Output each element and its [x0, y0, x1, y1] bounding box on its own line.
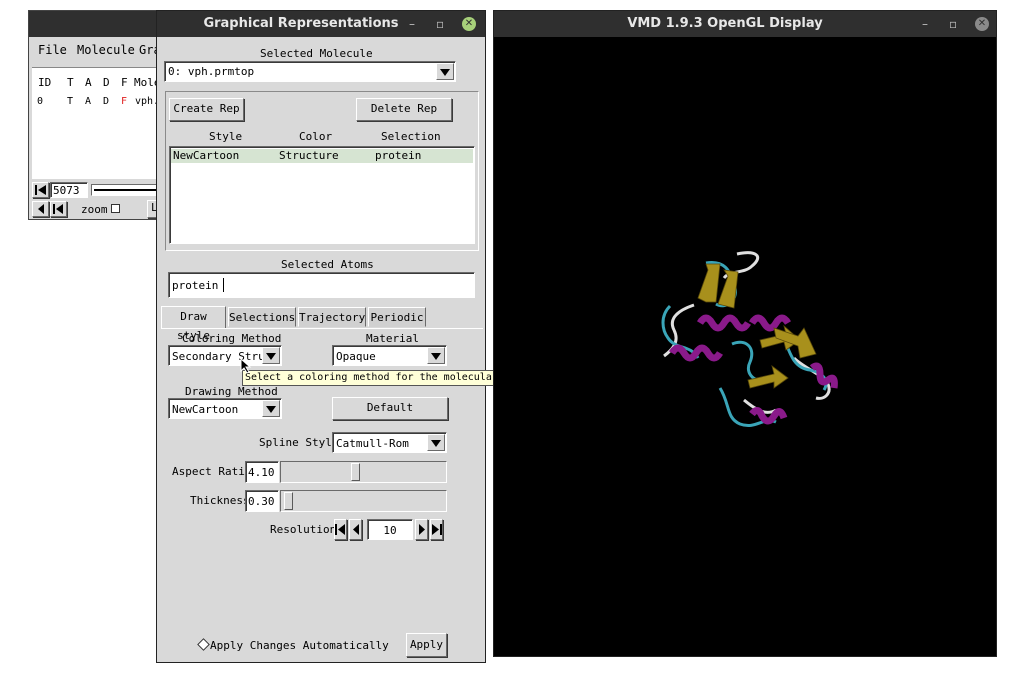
aspect-ratio-label: Aspect Ratio	[172, 465, 252, 478]
chevron-down-icon[interactable]	[436, 63, 454, 80]
graphrep-title: Graphical Representations	[203, 16, 399, 31]
mol-row-id[interactable]: 0	[37, 96, 43, 107]
resolution-up-button[interactable]	[415, 519, 428, 540]
aspect-ratio-input[interactable]: 4.10	[245, 461, 279, 483]
rep-header-selection: Selection	[381, 130, 441, 143]
step-back-button[interactable]	[32, 201, 49, 217]
tab-trajectory[interactable]: Trajectory	[298, 307, 366, 327]
mol-row-f[interactable]: F	[121, 96, 127, 107]
close-icon[interactable]: ✕	[975, 17, 989, 31]
rep-row-selection: protein	[375, 149, 422, 162]
text-cursor	[223, 278, 224, 292]
zoom-label: zoom	[81, 203, 108, 216]
drawing-method-dropdown[interactable]: NewCartoon	[168, 398, 282, 419]
resolution-down-button[interactable]	[349, 519, 362, 540]
default-button[interactable]: Default	[332, 397, 448, 420]
apply-auto-checkbox-icon[interactable]	[197, 638, 210, 651]
resolution-input[interactable]: 10	[367, 519, 413, 540]
col-d: D	[103, 76, 110, 89]
tab-selections[interactable]: Selections	[228, 307, 296, 327]
resolution-max-button[interactable]	[430, 519, 443, 540]
rep-row-selected[interactable]: NewCartoon Structure protein	[171, 149, 473, 163]
rep-panel: Create Rep Delete Rep Style Color Select…	[165, 91, 479, 251]
maximize-icon[interactable]: ▫	[436, 11, 444, 37]
create-rep-button[interactable]: Create Rep	[169, 98, 244, 121]
coloring-method-label: Coloring Method	[182, 332, 282, 345]
vmd-main-window: File Molecule Gra ID T A D F Mole 0 T A …	[28, 10, 171, 220]
drawing-method-label: Drawing Method	[185, 385, 278, 398]
minimize-icon[interactable]: –	[922, 11, 928, 37]
thickness-input[interactable]: 0.30	[245, 490, 279, 512]
first-frame-button[interactable]	[32, 182, 49, 198]
aspect-ratio-slider[interactable]	[280, 461, 447, 483]
menu-molecule[interactable]: Molecule	[77, 43, 135, 57]
chevron-down-icon[interactable]	[427, 434, 445, 451]
coloring-method-dropdown[interactable]: Secondary Struct	[168, 345, 282, 366]
spline-style-dropdown[interactable]: Catmull-Rom	[332, 432, 447, 453]
frame-input[interactable]: 5073	[50, 182, 88, 198]
mouse-pointer-icon	[240, 358, 252, 374]
zoom-checkbox[interactable]	[111, 204, 120, 213]
graphical-representations-window: Graphical Representations – ▫ ✕ Selected…	[156, 10, 486, 663]
molecule-list: ID T A D F Mole 0 T A D F vph.	[32, 67, 169, 179]
thickness-label: Thickness	[190, 494, 250, 507]
delete-rep-button[interactable]: Delete Rep	[356, 98, 452, 121]
maximize-icon[interactable]: ▫	[949, 11, 957, 37]
tab-periodic[interactable]: Periodic	[368, 307, 426, 327]
menu-file[interactable]: File	[38, 43, 67, 57]
thickness-slider-handle[interactable]	[284, 492, 293, 510]
opengl-display-window: VMD 1.9.3 OpenGL Display – ▫ ✕	[493, 10, 997, 657]
protein-cartoon-render[interactable]	[494, 38, 998, 658]
selected-molecule-dropdown[interactable]: 0: vph.prmtop	[164, 61, 456, 82]
apply-button[interactable]: Apply	[406, 633, 447, 657]
rep-list[interactable]: NewCartoon Structure protein	[169, 146, 475, 244]
col-id: ID	[38, 76, 52, 89]
tab-bar: Draw style Selections Trajectory Periodi…	[161, 306, 483, 342]
resolution-min-button[interactable]	[334, 519, 347, 540]
main-titlebar	[29, 11, 167, 37]
close-icon[interactable]: ✕	[462, 17, 476, 31]
selected-atoms-input[interactable]: protein	[168, 272, 475, 298]
chevron-down-icon[interactable]	[427, 347, 445, 364]
resolution-label: Resolution	[270, 523, 337, 536]
col-t: T	[67, 76, 74, 89]
col-a: A	[85, 76, 92, 89]
thickness-slider[interactable]	[280, 490, 447, 512]
rep-header-style: Style	[209, 130, 243, 143]
play-back-button[interactable]	[50, 201, 67, 217]
material-label: Material	[366, 332, 419, 345]
chevron-down-icon[interactable]	[262, 400, 280, 417]
rep-row-color: Structure	[279, 149, 339, 162]
aspect-ratio-slider-handle[interactable]	[351, 463, 360, 481]
rep-row-style: NewCartoon	[173, 149, 240, 162]
chevron-down-icon[interactable]	[262, 347, 280, 364]
apply-auto-label[interactable]: Apply Changes Automatically	[210, 639, 389, 652]
display-title: VMD 1.9.3 OpenGL Display	[627, 16, 823, 31]
display-titlebar: VMD 1.9.3 OpenGL Display	[494, 11, 996, 37]
rep-header-color: Color	[299, 130, 333, 143]
mol-row-a[interactable]: A	[85, 96, 91, 107]
selected-molecule-label: Selected Molecule	[260, 47, 373, 60]
mol-row-t[interactable]: T	[67, 96, 73, 107]
col-f: F	[121, 76, 128, 89]
material-dropdown[interactable]: Opaque	[332, 345, 447, 366]
spline-style-label: Spline Style	[259, 436, 339, 449]
selected-atoms-label: Selected Atoms	[281, 258, 374, 271]
mol-row-d[interactable]: D	[103, 96, 109, 107]
minimize-icon[interactable]: –	[409, 11, 415, 37]
tab-draw-style[interactable]: Draw style	[161, 306, 226, 342]
